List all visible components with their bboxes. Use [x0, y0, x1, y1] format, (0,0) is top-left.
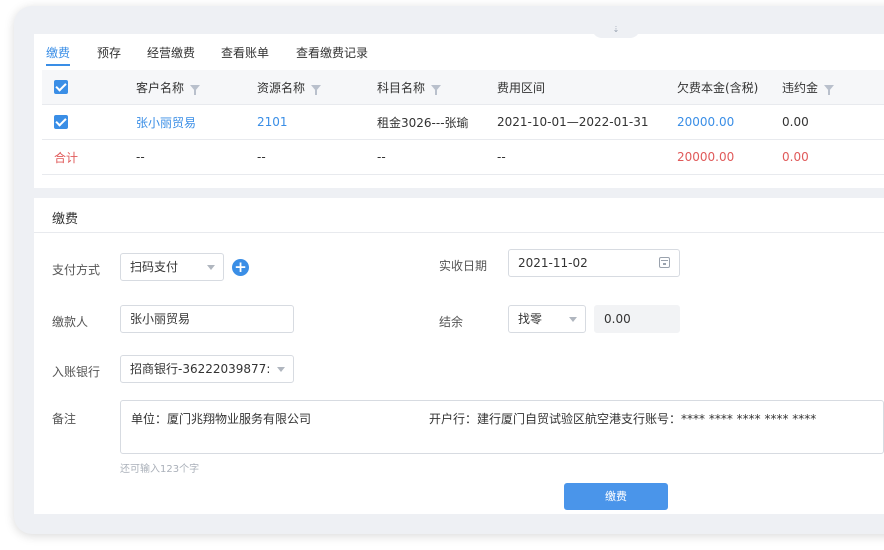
pay-method-label: 支付方式: [52, 263, 101, 277]
tab-prepay[interactable]: 预存: [97, 44, 121, 61]
total-label: 合计: [54, 150, 79, 165]
select-all-cell: [42, 70, 136, 105]
payment-form-panel: 缴费 支付方式 扫码支付 + 实收日期 2021-11-02 缴款人 张小丽贸易…: [34, 198, 884, 514]
tab-pay[interactable]: 缴费: [46, 44, 70, 61]
tab-business-pay[interactable]: 经营缴费: [147, 44, 195, 61]
penalty-cell: 0.00: [782, 115, 809, 129]
total-row: 合计 -- -- -- -- 20000.00 0.00: [42, 140, 884, 175]
balance-mode-select[interactable]: 找零: [508, 305, 586, 333]
total-customer: --: [136, 150, 145, 164]
tab-pay-records[interactable]: 查看缴费记录: [296, 44, 368, 61]
resource-link[interactable]: 2101: [257, 105, 377, 140]
bank-select[interactable]: 招商银行-36222039877:: [120, 355, 294, 383]
col-subject: 科目名称: [377, 70, 497, 105]
pay-method-select[interactable]: 扫码支付: [120, 253, 224, 281]
chevron-down-icon: [277, 367, 285, 372]
balance-amount: 0.00: [594, 305, 680, 333]
subject-cell: 租金3026---张瑜: [377, 115, 469, 130]
collapse-handle-icon[interactable]: ⇣: [592, 24, 640, 38]
period-cell: 2021-10-01—2022-01-31: [497, 115, 649, 129]
col-principal: 欠费本金(含税): [677, 80, 759, 95]
row-checkbox[interactable]: [54, 115, 68, 130]
date-label: 实收日期: [439, 259, 488, 273]
payer-input[interactable]: 张小丽贸易: [120, 305, 294, 333]
col-penalty: 违约金: [782, 70, 884, 105]
chevron-down-icon: [569, 317, 577, 322]
total-penalty: 0.00: [782, 150, 809, 164]
col-resource: 资源名称: [257, 70, 377, 105]
select-all-checkbox[interactable]: [54, 80, 68, 95]
remark-hint: 还可输入123个字: [120, 464, 200, 475]
section-title: 缴费: [52, 212, 79, 227]
col-customer: 客户名称: [136, 70, 257, 105]
calendar-icon: [659, 257, 670, 268]
add-pay-method-icon[interactable]: +: [232, 259, 249, 276]
principal-link[interactable]: 20000.00: [677, 105, 782, 140]
bank-label: 入账银行: [52, 365, 101, 379]
filter-icon[interactable]: [824, 85, 835, 95]
filter-icon[interactable]: [431, 85, 442, 95]
total-resource: --: [257, 150, 266, 164]
remark-label: 备注: [52, 412, 77, 426]
bill-table: 客户名称 资源名称 科目名称 费用区间 欠费本金(含税) 违约金 张小丽贸易 2…: [42, 70, 884, 175]
bill-panel: 缴费 预存 经营缴费 查看账单 查看缴费记录 客户名称 资源名称 科目名称 费用…: [34, 34, 884, 188]
filter-icon[interactable]: [190, 85, 201, 95]
date-picker[interactable]: 2021-11-02: [508, 249, 680, 277]
customer-link[interactable]: 张小丽贸易: [136, 105, 257, 140]
remark-textarea[interactable]: 单位：厦门兆翔物业服务有限公司 开户行：建行厦门自贸试验区航空港支行账号：***…: [120, 400, 884, 454]
payer-label: 缴款人: [52, 315, 89, 329]
total-period: --: [497, 150, 506, 164]
total-subject: --: [377, 150, 386, 164]
divider: [34, 232, 884, 233]
filter-icon[interactable]: [311, 85, 322, 95]
col-period: 费用区间: [497, 80, 546, 95]
submit-pay-button[interactable]: 缴费: [564, 483, 668, 510]
tab-view-bill[interactable]: 查看账单: [221, 44, 269, 61]
tab-active-indicator: [46, 64, 70, 66]
table-header-row: 客户名称 资源名称 科目名称 费用区间 欠费本金(含税) 违约金: [42, 70, 884, 105]
balance-label: 结余: [439, 315, 464, 329]
total-principal: 20000.00: [677, 150, 735, 164]
table-row: 张小丽贸易 2101 租金3026---张瑜 2021-10-01—2022-0…: [42, 105, 884, 140]
chevron-down-icon: [207, 265, 215, 270]
